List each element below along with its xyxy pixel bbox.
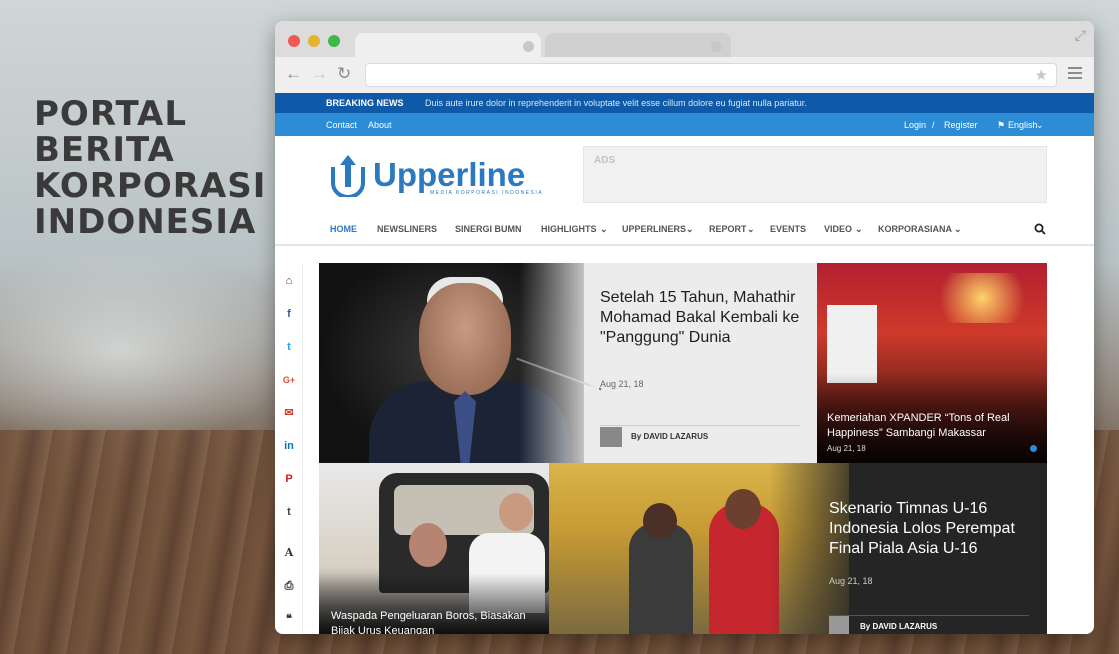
bookmark-star-icon[interactable]: ★ — [1035, 66, 1048, 84]
promo-line: KORPORASI — [34, 166, 267, 206]
site-header: Upperline MEDIA KORPORASI INDONESIA ADS — [275, 136, 1094, 214]
back-icon[interactable]: ← — [285, 64, 302, 84]
nav-events[interactable]: EVENTS — [770, 224, 806, 234]
browser-menu-icon[interactable] — [1068, 64, 1082, 82]
top-nav: Contact About Login / Register ⚑ English… — [275, 113, 1094, 136]
featured-article-timnas[interactable]: Skenario Timnas U-16 Indonesia Lolos Per… — [549, 463, 1047, 634]
chevron-down-icon: ⌄ — [747, 224, 755, 234]
author-avatar — [829, 616, 849, 634]
promo-line: PORTAL — [34, 94, 188, 134]
browser-tab-active[interactable] — [355, 33, 541, 57]
about-link[interactable]: About — [368, 120, 392, 130]
home-icon[interactable]: ⌂ — [281, 273, 297, 289]
tumblr-icon[interactable]: t — [281, 504, 297, 520]
minimize-window-icon[interactable] — [308, 35, 320, 47]
address-bar[interactable]: ★ — [365, 63, 1057, 87]
chevron-down-icon: ⌄ — [1036, 120, 1044, 130]
site-logo-name[interactable]: Upperline — [373, 156, 525, 194]
article-title[interactable]: Setelah 15 Tahun, Mahathir Mohamad Bakal… — [600, 288, 805, 348]
comments-icon[interactable]: ❝ — [281, 611, 297, 627]
tab-close-icon[interactable] — [711, 41, 722, 52]
linkedin-icon[interactable]: in — [281, 438, 297, 454]
indicator-dot — [1030, 445, 1037, 452]
article-date: Aug 21, 18 — [600, 379, 644, 389]
article-author[interactable]: By DAVID LAZARUS — [631, 432, 708, 441]
forward-icon[interactable]: → — [311, 64, 328, 84]
email-icon[interactable]: ✉ — [281, 405, 297, 421]
featured-article-mahathir[interactable]: Setelah 15 Tahun, Mahathir Mohamad Bakal… — [319, 263, 817, 463]
google-plus-icon[interactable]: G+ — [281, 372, 297, 388]
article-title[interactable]: Skenario Timnas U-16 Indonesia Lolos Per… — [829, 499, 1039, 559]
nav-sinergi-bumn[interactable]: SINERGI BUMN — [455, 224, 522, 234]
separator: / — [932, 120, 935, 130]
share-sidebar: ⌂ f t G+ ✉ in P t A ⎙ ❝ — [275, 263, 303, 634]
contact-link[interactable]: Contact — [326, 120, 357, 130]
article-title[interactable]: Kemeriahan XPANDER “Tons of Real Happine… — [827, 411, 1041, 441]
site-logo-tagline: MEDIA KORPORASI INDONESIA — [430, 190, 544, 196]
browser-toolbar: ← → ↻ ★ — [275, 57, 1094, 93]
browser-tab[interactable] — [545, 33, 731, 57]
promo-line: INDONESIA — [34, 202, 257, 242]
nav-korporasiana[interactable]: KORPORASIANA — [878, 224, 952, 234]
chevron-down-icon: ⌄ — [600, 224, 608, 234]
nav-newsliners[interactable]: NEWSLINERS — [377, 224, 437, 234]
chevron-down-icon: ⌄ — [954, 224, 962, 234]
font-size-icon[interactable]: A — [281, 545, 297, 561]
breaking-news-text[interactable]: Duis aute irure dolor in reprehenderit i… — [425, 98, 807, 108]
webpage: BREAKING NEWS Duis aute irure dolor in r… — [275, 93, 1094, 634]
featured-article-xpander[interactable]: Kemeriahan XPANDER “Tons of Real Happine… — [817, 263, 1047, 463]
article-author[interactable]: By DAVID LAZARUS — [860, 622, 937, 631]
language-selector[interactable]: English — [1008, 120, 1038, 130]
flag-icon: ⚑ — [997, 120, 1006, 130]
nav-highlights[interactable]: HIGHLIGHTS — [541, 224, 597, 234]
breaking-news-bar: BREAKING NEWS Duis aute irure dolor in r… — [275, 93, 1094, 113]
nav-upperliners[interactable]: UPPERLINERS — [622, 224, 686, 234]
facebook-icon[interactable]: f — [281, 306, 297, 322]
nav-home[interactable]: HOME — [330, 224, 357, 234]
browser-window: ⤢ ← → ↻ ★ BREAKING NEWS Duis aute irure … — [275, 21, 1094, 634]
main-nav: HOME NEWSLINERS SINERGI BUMN HIGHLIGHTS … — [275, 214, 1094, 246]
article-title[interactable]: Waspada Pengeluaran Boros, Biasakan Bija… — [331, 609, 541, 634]
search-icon[interactable] — [1034, 223, 1046, 235]
upperline-logo-icon[interactable] — [329, 153, 367, 197]
article-date: Aug 21, 18 — [829, 576, 873, 586]
featured-grid: Setelah 15 Tahun, Mahathir Mohamad Bakal… — [319, 263, 1047, 634]
maximize-window-icon[interactable] — [328, 35, 340, 47]
close-window-icon[interactable] — [288, 35, 300, 47]
print-icon[interactable]: ⎙ — [281, 578, 297, 594]
ad-label: ADS — [594, 155, 616, 166]
chevron-down-icon: ⌄ — [855, 224, 863, 234]
browser-titlebar: ⤢ — [275, 21, 1094, 57]
nav-report[interactable]: REPORT — [709, 224, 747, 234]
author-avatar — [600, 427, 622, 447]
fullscreen-icon[interactable]: ⤢ — [1075, 27, 1086, 44]
nav-video[interactable]: VIDEO — [824, 224, 852, 234]
register-link[interactable]: Register — [944, 120, 978, 130]
reload-icon[interactable]: ↻ — [337, 64, 351, 84]
pinterest-icon[interactable]: P — [281, 471, 297, 487]
featured-article-keuangan[interactable]: Waspada Pengeluaran Boros, Biasakan Bija… — [319, 463, 549, 634]
breaking-news-label: BREAKING NEWS — [326, 98, 404, 108]
article-image — [827, 305, 877, 383]
twitter-icon[interactable]: t — [281, 339, 297, 355]
chevron-down-icon: ⌄ — [686, 224, 694, 234]
ad-banner[interactable]: ADS — [583, 146, 1047, 203]
promo-title: PORTAL BERITA KORPORASI INDONESIA — [34, 96, 266, 240]
promo-line: BERITA — [34, 130, 175, 170]
tab-close-icon[interactable] — [523, 41, 534, 52]
login-link[interactable]: Login — [904, 120, 926, 130]
article-date: Aug 21, 18 — [827, 444, 866, 453]
